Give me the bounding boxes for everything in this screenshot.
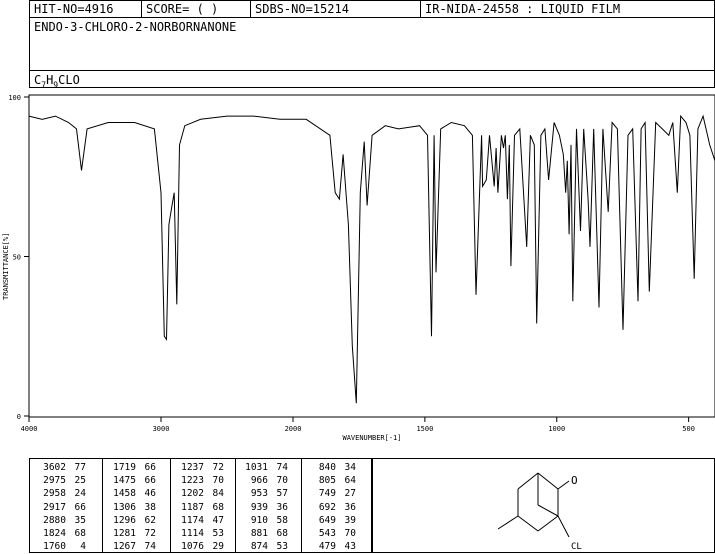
peak-transmittance: 36	[276, 501, 288, 513]
peak-wavenumber: 1458	[113, 488, 136, 500]
peak-wavenumber: 3602	[43, 462, 66, 473]
peak-wavenumber: 649	[318, 514, 336, 526]
peak-transmittance: 66	[144, 475, 156, 487]
peak-divider	[170, 459, 171, 552]
peak-transmittance: 46	[144, 488, 156, 500]
peak-wavenumber: 1114	[181, 528, 204, 539]
peak-wavenumber: 953	[250, 488, 268, 500]
peak-transmittance: 68	[212, 501, 224, 513]
peak-wavenumber: 479	[318, 541, 336, 553]
peak-transmittance: 62	[144, 514, 156, 526]
x-tick-label: 4000	[21, 425, 38, 433]
peak-transmittance: 36	[344, 501, 356, 513]
peak-transmittance: 77	[74, 462, 86, 473]
y-tick-label: 100	[8, 94, 21, 102]
peak-transmittance: 66	[144, 462, 156, 473]
peak-transmittance: 4	[80, 541, 86, 553]
peak-wavenumber: 1296	[113, 514, 136, 526]
peak-wavenumber: 1187	[181, 501, 204, 513]
peak-transmittance: 70	[344, 528, 356, 539]
peak-wavenumber: 2958	[43, 488, 66, 500]
peak-divider	[102, 459, 103, 552]
peak-transmittance: 43	[344, 541, 356, 553]
peak-transmittance: 53	[212, 528, 224, 539]
peak-wavenumber: 2917	[43, 501, 66, 513]
peak-transmittance: 58	[276, 514, 288, 526]
peak-transmittance: 34	[344, 462, 356, 473]
peak-transmittance: 84	[212, 488, 224, 500]
x-axis-label: WAVENUMBER[-1]	[342, 434, 401, 442]
peak-divider	[301, 459, 302, 552]
peak-transmittance: 68	[276, 528, 288, 539]
ir-spectrum-chart: 4000 3000 2000 1500 1000 500 0 50 100 TRANSMITTA…	[2, 94, 715, 442]
peak-wavenumber: 881	[250, 528, 268, 539]
peak-transmittance: 38	[144, 501, 156, 513]
peak-wavenumber: 1760	[43, 541, 66, 553]
peak-wavenumber: 1202	[181, 488, 204, 500]
peak-transmittance: 27	[344, 488, 356, 500]
peak-wavenumber: 966	[250, 475, 268, 487]
peak-transmittance: 57	[276, 488, 288, 500]
peak-transmittance: 68	[74, 528, 86, 539]
peak-transmittance: 25	[74, 475, 86, 487]
molecule-structure: O CL	[497, 472, 582, 552]
peak-transmittance: 74	[144, 541, 156, 553]
peak-wavenumber: 1174	[181, 514, 204, 526]
peak-wavenumber: 1719	[113, 462, 136, 473]
structure-box: O CL	[372, 458, 715, 553]
y-tick-label: 50	[13, 254, 21, 262]
peak-wavenumber: 840	[318, 462, 336, 473]
x-tick-label: 3000	[153, 425, 170, 433]
peak-wavenumber: 2880	[43, 514, 66, 526]
oxygen-label: O	[571, 474, 578, 487]
peak-transmittance: 64	[344, 475, 356, 487]
peak-wavenumber: 543	[318, 528, 336, 539]
peak-transmittance: 72	[144, 528, 156, 539]
chlorine-label: CL	[571, 542, 582, 552]
peak-divider	[235, 459, 236, 552]
peak-transmittance: 72	[212, 462, 224, 473]
peak-wavenumber: 939	[250, 501, 268, 513]
peak-transmittance: 70	[276, 475, 288, 487]
x-tick-label: 2000	[285, 425, 302, 433]
axis-ticks: 4000 3000 2000 1500 1000 500 0 50 100	[8, 94, 695, 433]
peak-wavenumber: 2975	[43, 475, 66, 487]
peak-wavenumber: 1237	[181, 462, 204, 473]
peak-wavenumber: 1281	[113, 528, 136, 539]
peak-wavenumber: 805	[318, 475, 336, 487]
peak-transmittance: 35	[74, 514, 86, 526]
peak-wavenumber: 1306	[113, 501, 136, 513]
peak-wavenumber: 1076	[181, 541, 204, 553]
y-tick-label: 0	[17, 413, 21, 421]
peak-wavenumber: 692	[318, 501, 336, 513]
peak-transmittance: 66	[74, 501, 86, 513]
peak-wavenumber: 1824	[43, 528, 66, 539]
peak-transmittance: 74	[276, 462, 288, 473]
peak-transmittance: 47	[212, 514, 224, 526]
peak-wavenumber: 1223	[181, 475, 204, 487]
peak-wavenumber: 749	[318, 488, 336, 500]
peak-wavenumber: 1475	[113, 475, 136, 487]
x-tick-label: 1500	[416, 425, 433, 433]
peak-transmittance: 39	[344, 514, 356, 526]
y-axis-label: TRANSMITTANCE[%]	[2, 233, 10, 300]
peak-transmittance: 24	[74, 488, 86, 500]
spectrum-line	[28, 114, 715, 404]
x-tick-label: 500	[682, 425, 695, 433]
peak-wavenumber: 874	[250, 541, 268, 553]
peak-wavenumber: 1031	[245, 462, 268, 473]
peak-wavenumber: 910	[250, 514, 268, 526]
x-tick-label: 1000	[548, 425, 565, 433]
peak-transmittance: 70	[212, 475, 224, 487]
peak-transmittance: 53	[276, 541, 288, 553]
peak-transmittance: 29	[212, 541, 224, 553]
peak-wavenumber: 1267	[113, 541, 136, 553]
